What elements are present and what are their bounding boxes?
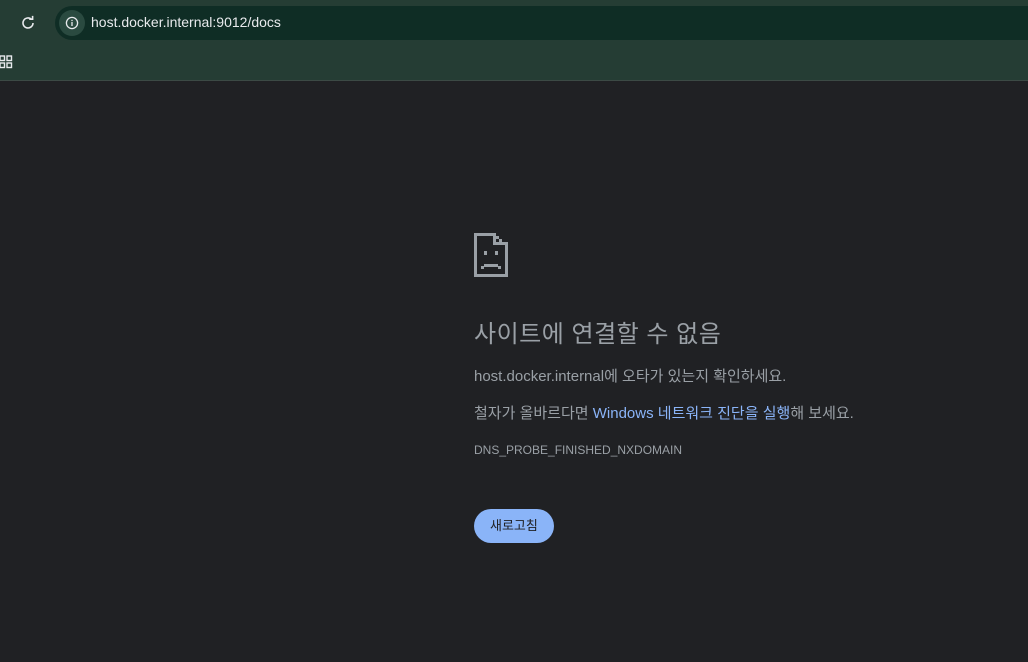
apps-grid-icon[interactable] xyxy=(0,54,14,70)
error-headline: 사이트에 연결할 수 없음 xyxy=(474,321,722,348)
error-code: DNS_PROBE_FINISHED_NXDOMAIN xyxy=(474,443,683,457)
error-host: host.docker.internal xyxy=(474,368,605,385)
bookmarks-bar xyxy=(0,46,1028,81)
typo-suggestion-text: 에 오타가 있는지 확인하세요. xyxy=(604,368,787,385)
reload-button[interactable] xyxy=(16,11,40,35)
sad-document-icon xyxy=(474,233,508,277)
diagnostics-prefix: 철자가 올바르다면 xyxy=(474,405,593,422)
error-content: 사이트에 연결할 수 없음 host.docker.internal에 오타가 … xyxy=(474,233,994,543)
typo-suggestion: host.docker.internal에 오타가 있는지 확인하세요. xyxy=(474,365,994,386)
url-text[interactable]: host.docker.internal:9012/docs xyxy=(91,14,281,30)
address-bar[interactable]: host.docker.internal:9012/docs xyxy=(55,6,1028,40)
site-info-button[interactable] xyxy=(59,10,85,36)
diagnostics-suggestion: 철자가 올바르다면 Windows 네트워크 진단을 실행해 보세요. xyxy=(474,402,994,423)
diagnostics-suffix: 해 보세요. xyxy=(790,405,854,422)
reload-icon xyxy=(22,15,34,29)
info-icon xyxy=(65,16,79,30)
reload-page-button[interactable]: 새로고침 xyxy=(474,509,554,543)
browser-toolbar: host.docker.internal:9012/docs xyxy=(0,0,1028,46)
network-diagnostics-link[interactable]: Windows 네트워크 진단을 실행 xyxy=(593,405,791,422)
